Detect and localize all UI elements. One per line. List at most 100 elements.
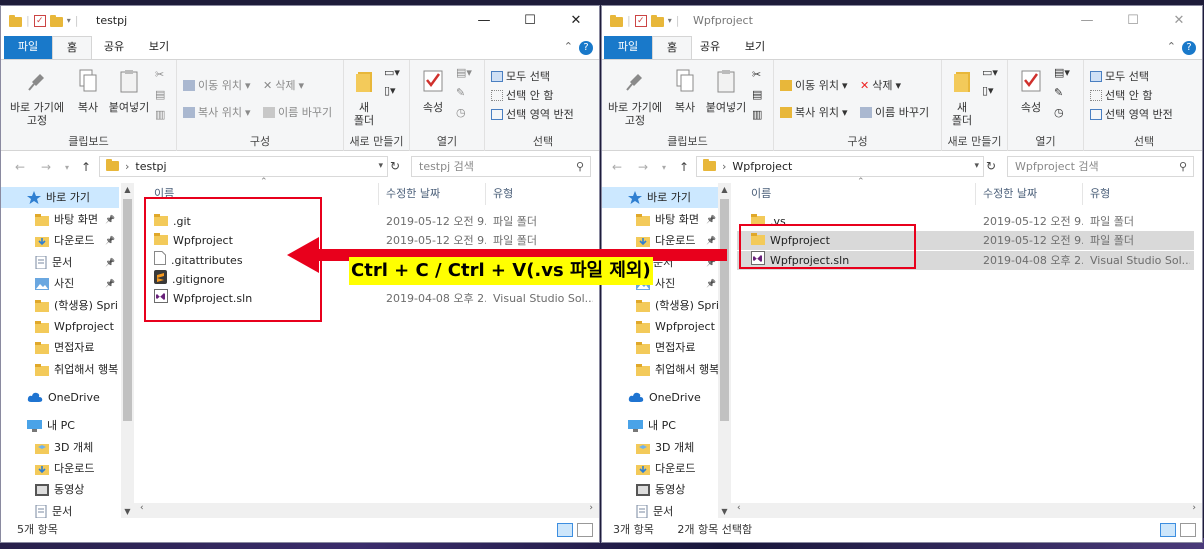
- nav-item[interactable]: 동영상: [1, 479, 119, 500]
- tab-view[interactable]: 보기: [735, 36, 775, 59]
- properties-quick-icon[interactable]: ✓: [33, 14, 46, 27]
- new-folder-button[interactable]: 새 폴더: [946, 68, 978, 127]
- help-icon[interactable]: ?: [1182, 41, 1196, 55]
- nav-item[interactable]: 취업해서 행복: [602, 359, 720, 380]
- nav-item[interactable]: 동영상: [602, 479, 720, 500]
- maximize-button[interactable]: ☐: [507, 6, 553, 36]
- history-icon[interactable]: ◷: [1054, 106, 1064, 119]
- address-bar[interactable]: › Wpfproject ▾: [696, 156, 984, 177]
- navigation-scrollbar[interactable]: ▲ ▼: [718, 183, 731, 518]
- nav-item[interactable]: OneDrive: [1, 387, 119, 408]
- refresh-icon[interactable]: ↻: [986, 159, 996, 173]
- nav-item[interactable]: 취업해서 행복: [1, 359, 119, 380]
- nav-item[interactable]: Wpfproject: [602, 316, 720, 337]
- history-icon[interactable]: ◷: [456, 106, 466, 119]
- tab-file[interactable]: 파일: [604, 36, 652, 59]
- copy-button[interactable]: 복사: [668, 68, 702, 114]
- nav-item[interactable]: 다운로드: [1, 458, 119, 479]
- nav-item[interactable]: OneDrive: [602, 387, 720, 408]
- nav-item[interactable]: 사진 📌: [1, 273, 119, 294]
- new-item-icon[interactable]: ▭▾: [982, 66, 998, 79]
- nav-item[interactable]: 면접자료: [1, 337, 119, 358]
- invert-selection-button[interactable]: 선택 영역 반전: [491, 106, 574, 122]
- nav-item[interactable]: 내 PC: [1, 415, 119, 436]
- pin-quick-access-button[interactable]: 바로 가기에 고정: [7, 68, 67, 127]
- recent-locations-icon[interactable]: ▾: [65, 163, 69, 172]
- close-button[interactable]: ✕: [553, 6, 599, 36]
- back-icon[interactable]: ←: [15, 160, 25, 174]
- nav-item[interactable]: 다운로드: [602, 458, 720, 479]
- large-icons-view-icon[interactable]: [577, 523, 593, 537]
- column-modified[interactable]: 수정한 날짜: [386, 183, 440, 205]
- forward-icon[interactable]: →: [41, 160, 51, 174]
- copy-to-button[interactable]: 복사 위치 ▾: [183, 104, 251, 120]
- copy-path-icon[interactable]: ▤: [752, 88, 762, 101]
- open-icon[interactable]: ▤▾: [456, 66, 472, 79]
- large-icons-view-icon[interactable]: [1180, 523, 1196, 537]
- paste-shortcut-icon[interactable]: ▥: [752, 108, 762, 121]
- search-input[interactable]: Wpfproject 검색 ⚲: [1007, 156, 1194, 177]
- properties-button[interactable]: 속성: [416, 68, 450, 114]
- column-modified[interactable]: 수정한 날짜: [983, 183, 1037, 205]
- properties-quick-icon[interactable]: ✓: [634, 14, 647, 27]
- nav-item[interactable]: 바탕 화면 📌: [602, 209, 720, 230]
- details-view-icon[interactable]: [1160, 523, 1176, 537]
- details-view-icon[interactable]: [557, 523, 573, 537]
- select-all-button[interactable]: 모두 선택: [1090, 68, 1149, 84]
- paste-button[interactable]: 붙여넣기: [105, 68, 153, 114]
- close-button[interactable]: ✕: [1156, 6, 1202, 36]
- select-all-button[interactable]: 모두 선택: [491, 68, 550, 84]
- up-icon[interactable]: ↑: [679, 160, 689, 174]
- paste-button[interactable]: 붙여넣기: [702, 68, 750, 114]
- nav-item[interactable]: 다운로드 📌: [1, 230, 119, 251]
- tab-share[interactable]: 공유: [690, 36, 730, 59]
- new-item-icon[interactable]: ▭▾: [384, 66, 400, 79]
- invert-selection-button[interactable]: 선택 영역 반전: [1090, 106, 1173, 122]
- select-none-button[interactable]: 선택 안 함: [491, 87, 553, 103]
- column-type[interactable]: 유형: [493, 183, 513, 205]
- tab-home[interactable]: 홈: [652, 36, 692, 59]
- address-bar[interactable]: › testpj ▾: [99, 156, 388, 177]
- navigation-scrollbar[interactable]: ▲ ▼: [121, 183, 134, 518]
- customize-quick-access-icon[interactable]: ▾: [668, 16, 672, 25]
- file-list-scrollbar[interactable]: ‹ ›: [731, 503, 1202, 518]
- nav-item[interactable]: 면접자료: [602, 337, 720, 358]
- delete-button[interactable]: ✕ 삭제 ▾: [860, 77, 901, 93]
- tab-view[interactable]: 보기: [139, 36, 179, 59]
- nav-item[interactable]: (학생용) Sprin: [1, 295, 119, 316]
- copy-to-button[interactable]: 복사 위치 ▾: [780, 104, 848, 120]
- copy-path-icon[interactable]: ▤: [155, 88, 165, 101]
- collapse-ribbon-icon[interactable]: ⌃: [1167, 40, 1176, 53]
- nav-item[interactable]: 내 PC: [602, 415, 720, 436]
- recent-locations-icon[interactable]: ▾: [662, 163, 666, 172]
- tab-file[interactable]: 파일: [4, 36, 52, 59]
- new-folder-quick-icon[interactable]: [650, 14, 664, 27]
- rename-button[interactable]: 이름 바꾸기: [263, 104, 332, 120]
- collapse-ribbon-icon[interactable]: ⌃: [564, 40, 573, 53]
- nav-item[interactable]: 바탕 화면 📌: [1, 209, 119, 230]
- new-folder-button[interactable]: 새 폴더: [348, 68, 380, 127]
- forward-icon[interactable]: →: [638, 160, 648, 174]
- new-folder-quick-icon[interactable]: [49, 14, 63, 27]
- properties-button[interactable]: 속성: [1014, 68, 1048, 114]
- minimize-button[interactable]: —: [461, 6, 507, 36]
- customize-quick-access-icon[interactable]: ▾: [67, 16, 71, 25]
- edit-icon[interactable]: ✎: [1054, 86, 1063, 99]
- open-icon[interactable]: ▤▾: [1054, 66, 1070, 79]
- rename-button[interactable]: 이름 바꾸기: [860, 104, 929, 120]
- up-icon[interactable]: ↑: [81, 160, 91, 174]
- back-icon[interactable]: ←: [612, 160, 622, 174]
- help-icon[interactable]: ?: [579, 41, 593, 55]
- edit-icon[interactable]: ✎: [456, 86, 465, 99]
- nav-item[interactable]: 바로 가기: [602, 187, 720, 208]
- easy-access-icon[interactable]: ▯▾: [384, 84, 396, 97]
- cut-icon[interactable]: ✂: [752, 68, 761, 81]
- tab-share[interactable]: 공유: [94, 36, 134, 59]
- cut-icon[interactable]: ✂: [155, 68, 164, 81]
- minimize-button[interactable]: —: [1064, 6, 1110, 36]
- pin-quick-access-button[interactable]: 바로 가기에 고정: [604, 68, 666, 127]
- easy-access-icon[interactable]: ▯▾: [982, 84, 994, 97]
- nav-item[interactable]: (학생용) Sprin: [602, 295, 720, 316]
- copy-button[interactable]: 복사: [71, 68, 105, 114]
- nav-item[interactable]: 문서 📌: [1, 252, 119, 273]
